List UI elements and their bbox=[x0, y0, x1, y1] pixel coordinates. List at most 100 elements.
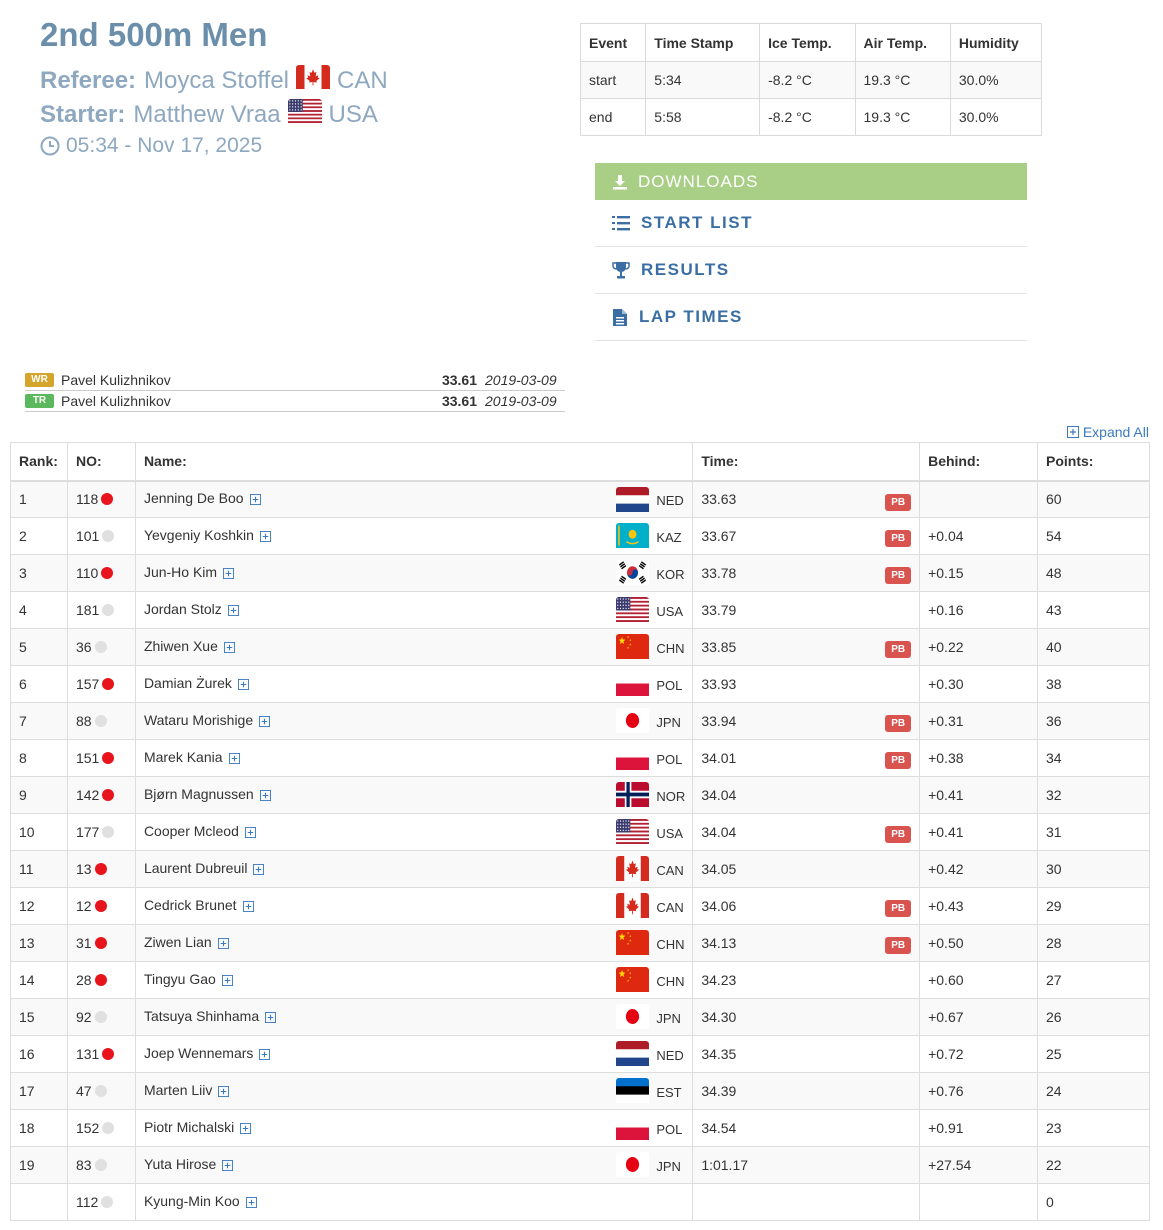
bib-number: 118 bbox=[75, 491, 99, 508]
name-cell: Jordan Stolz USA bbox=[134, 591, 694, 629]
records-list: WR Pavel Kulizhnikov 33.61 2019-03-09 TR Pave… bbox=[25, 370, 565, 412]
document-icon bbox=[613, 308, 627, 326]
time-cell: 1:01.17 bbox=[692, 1146, 921, 1184]
conditions-cell: -8.2 °C bbox=[759, 61, 856, 99]
bib-number: 28 bbox=[75, 972, 92, 988]
behind-cell: +0.04 bbox=[919, 517, 1039, 555]
time-cell: 33.63 PB bbox=[692, 480, 921, 518]
name-cell: Kyung-Min Koo bbox=[134, 1183, 694, 1221]
expand-row-icon[interactable] bbox=[237, 677, 249, 693]
expand-row-icon[interactable] bbox=[222, 1158, 234, 1174]
skater-name: Tingyu Gao bbox=[143, 971, 216, 987]
grey-dot-icon bbox=[101, 1196, 114, 1208]
conditions-header: Ice Temp. bbox=[759, 23, 856, 62]
bib-number: 47 bbox=[75, 1083, 92, 1099]
record-holder: Pavel Kulizhnikov bbox=[61, 372, 171, 388]
bib-number: 92 bbox=[75, 1009, 92, 1025]
nationality: POL bbox=[616, 671, 684, 699]
skater-name: Cedrick Brunet bbox=[143, 897, 237, 913]
conditions-cell: 19.3 °C bbox=[854, 98, 951, 136]
expand-row-icon[interactable] bbox=[244, 825, 256, 841]
expand-row-icon[interactable] bbox=[240, 1121, 252, 1137]
expand-row-icon[interactable] bbox=[218, 1084, 230, 1100]
expand-all-link[interactable]: Expand All bbox=[1066, 424, 1149, 440]
starter-name: Matthew Vraa bbox=[133, 100, 281, 128]
behind-cell: +0.50 bbox=[919, 924, 1039, 962]
behind-cell: +0.30 bbox=[919, 665, 1039, 703]
expand-row-icon[interactable] bbox=[245, 1195, 257, 1211]
rank-cell bbox=[10, 1183, 68, 1221]
points-cell: 60 bbox=[1037, 480, 1150, 518]
conditions-row: end 5:58 -8.2 °C 19.3 °C 30.0% bbox=[579, 98, 1043, 136]
record-time: 33.61 bbox=[441, 393, 477, 409]
expand-row-icon[interactable] bbox=[223, 640, 235, 656]
expand-row-icon[interactable] bbox=[259, 529, 271, 545]
bib-number: 83 bbox=[75, 1157, 92, 1173]
expand-row-icon[interactable] bbox=[223, 566, 235, 582]
name-cell: Wataru Morishige JPN bbox=[134, 702, 694, 740]
bib-cell: 101 bbox=[66, 517, 136, 555]
conditions-header: Time Stamp bbox=[645, 23, 761, 62]
bib-number: 31 bbox=[75, 935, 92, 951]
expand-row-icon[interactable] bbox=[242, 899, 254, 915]
red-dot-icon bbox=[94, 863, 107, 875]
pb-badge: PB bbox=[885, 752, 912, 769]
expand-row-icon[interactable] bbox=[221, 973, 233, 989]
behind-cell: +0.41 bbox=[919, 813, 1039, 851]
behind-cell: +0.67 bbox=[919, 998, 1039, 1036]
race-time: 1:01.17 bbox=[701, 1157, 749, 1173]
rank-cell: 5 bbox=[10, 628, 68, 666]
bib-cell: 12 bbox=[66, 887, 136, 925]
lap-times-link[interactable]: LAP TIMES bbox=[595, 294, 1027, 341]
pb-badge: PB bbox=[885, 493, 912, 511]
bib-number: 177 bbox=[75, 824, 100, 840]
nationality: JPN bbox=[616, 1004, 684, 1032]
results-link[interactable]: RESULTS bbox=[595, 247, 1027, 294]
skater-name: Joep Wennemars bbox=[143, 1045, 254, 1061]
rank-cell: 16 bbox=[10, 1035, 68, 1073]
skater-name: Wataru Morishige bbox=[143, 712, 254, 728]
points-cell: 30 bbox=[1037, 850, 1150, 888]
conditions-header: Event bbox=[579, 23, 647, 62]
usa-flag-icon bbox=[287, 99, 322, 130]
race-time: 34.06 bbox=[701, 898, 737, 914]
red-dot-icon bbox=[94, 900, 107, 912]
bib-cell: 13 bbox=[66, 850, 136, 888]
behind-cell: +0.76 bbox=[919, 1072, 1039, 1110]
expand-row-icon[interactable] bbox=[228, 751, 240, 767]
behind-cell: +27.54 bbox=[919, 1146, 1039, 1184]
chn-flag-icon bbox=[616, 930, 650, 958]
expand-row-icon[interactable] bbox=[253, 862, 265, 878]
expand-row-icon[interactable] bbox=[259, 1047, 271, 1063]
expand-row-icon[interactable] bbox=[249, 492, 261, 508]
conditions-header: Humidity bbox=[949, 23, 1043, 62]
time-cell: 34.05 bbox=[692, 850, 921, 888]
name-cell: Ziwen Lian CHN bbox=[134, 924, 694, 962]
points-cell: 32 bbox=[1037, 776, 1150, 814]
race-time: 33.93 bbox=[701, 676, 737, 692]
results-row: 1 118 Jenning De Boo NED 33.63 PB 60 bbox=[10, 480, 1150, 518]
nationality: CAN bbox=[616, 856, 684, 884]
red-dot-icon bbox=[102, 789, 115, 801]
nor-flag-icon bbox=[616, 782, 650, 810]
time-cell: 33.94 PB bbox=[692, 702, 921, 740]
nationality-code: CHN bbox=[656, 936, 685, 952]
start-list-link[interactable]: START LIST bbox=[595, 200, 1027, 247]
bib-cell: 177 bbox=[66, 813, 136, 851]
conditions-cell: start bbox=[579, 61, 647, 99]
rank-cell: 2 bbox=[10, 517, 68, 555]
rank-cell: 15 bbox=[10, 998, 68, 1036]
time-cell: 34.54 bbox=[692, 1109, 921, 1147]
nationality: USA bbox=[616, 597, 684, 625]
expand-row-icon[interactable] bbox=[217, 936, 229, 952]
results-header: Time: bbox=[692, 442, 921, 482]
bib-cell: 110 bbox=[66, 554, 136, 592]
expand-row-icon[interactable] bbox=[259, 714, 271, 730]
race-time: 33.79 bbox=[701, 602, 737, 618]
expand-row-icon[interactable] bbox=[265, 1010, 277, 1026]
conditions-cell: 5:34 bbox=[645, 61, 761, 99]
expand-row-icon[interactable] bbox=[227, 603, 239, 619]
grey-dot-icon bbox=[102, 826, 115, 838]
expand-row-icon[interactable] bbox=[259, 788, 271, 804]
time-cell: 33.93 bbox=[692, 665, 921, 703]
